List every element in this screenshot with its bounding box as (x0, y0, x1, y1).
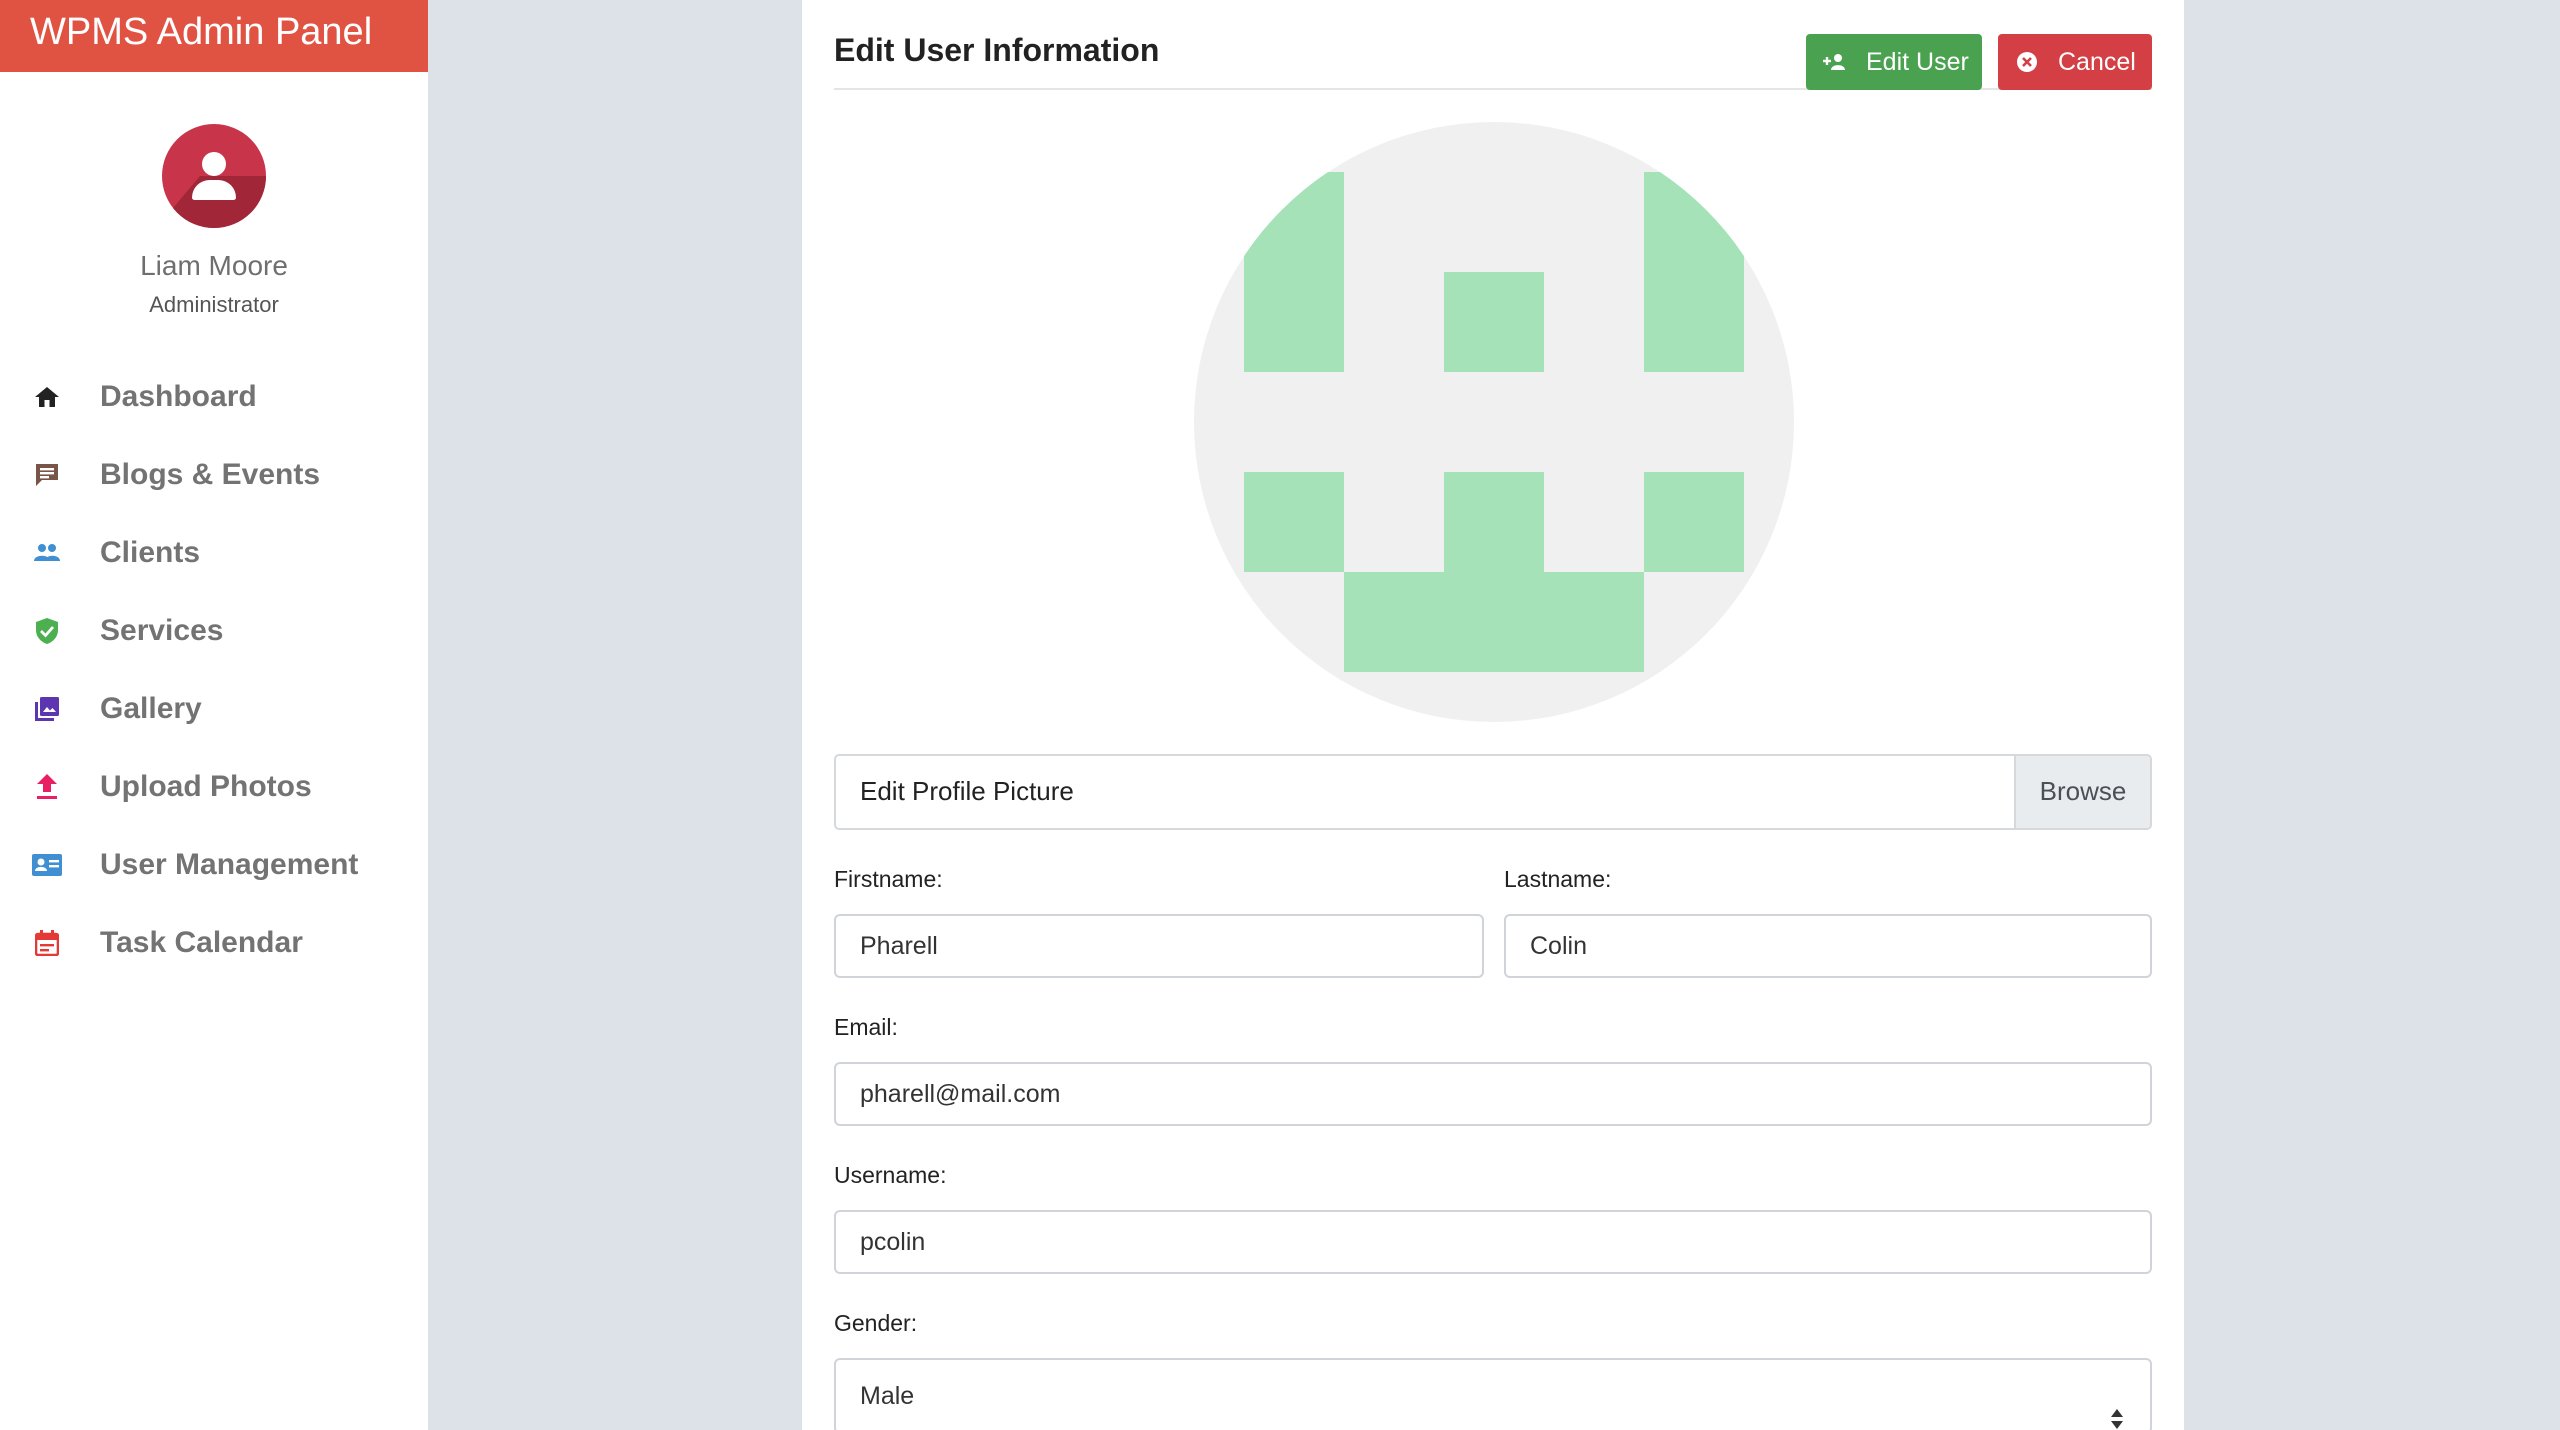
gender-select[interactable]: Male (834, 1358, 2152, 1430)
file-input-label[interactable]: Edit Profile Picture (836, 756, 2014, 828)
lastname-label: Lastname: (1504, 866, 1612, 892)
cancel-circle-icon (2014, 49, 2040, 75)
edit-user-button[interactable]: Edit User (1806, 34, 1982, 90)
sidebar-item-label: Services (100, 614, 224, 647)
edit-user-label: Edit User (1866, 47, 1969, 76)
sidebar-nav: Dashboard Blogs & Events Clients Service… (0, 358, 428, 982)
sidebar-item-blogs-events[interactable]: Blogs & Events (0, 436, 428, 514)
gender-label: Gender: (834, 1310, 918, 1336)
sidebar-item-gallery[interactable]: Gallery (0, 670, 428, 748)
card-header: Edit User Information Edit User Cancel (834, 0, 2152, 90)
people-icon (30, 536, 64, 570)
sidebar-item-label: Clients (100, 536, 201, 569)
id-card-icon (30, 848, 64, 882)
sidebar-item-label: Upload Photos (100, 770, 312, 803)
sidebar-item-services[interactable]: Services (0, 592, 428, 670)
sidebar-item-task-calendar[interactable]: Task Calendar (0, 904, 428, 982)
sidebar: WPMS Admin Panel Liam Moore Administrato… (0, 0, 428, 1430)
firstname-label: Firstname: (834, 866, 943, 892)
select-arrows-icon (2110, 1386, 2124, 1429)
cancel-button[interactable]: Cancel (1998, 34, 2152, 90)
avatar (162, 124, 266, 228)
email-input[interactable]: pharell@mail.com (834, 1062, 2152, 1126)
brand-title[interactable]: WPMS Admin Panel (0, 0, 428, 72)
sidebar-item-label: Blogs & Events (100, 458, 321, 491)
upload-icon (30, 770, 64, 804)
calendar-icon (30, 926, 64, 960)
comment-icon (30, 458, 64, 492)
lastname-input[interactable]: Colin (1504, 914, 2152, 978)
page-title: Edit User Information (834, 32, 1160, 68)
sidebar-item-label: User Management (100, 848, 359, 881)
gender-selected-value: Male (860, 1382, 915, 1410)
shield-check-icon (30, 614, 64, 648)
home-icon (30, 380, 64, 414)
email-label: Email: (834, 1014, 898, 1040)
username-label: Username: (834, 1162, 947, 1188)
username-input[interactable]: pcolin (834, 1210, 2152, 1274)
sidebar-item-clients[interactable]: Clients (0, 514, 428, 592)
sidebar-item-upload-photos[interactable]: Upload Photos (0, 748, 428, 826)
sidebar-item-user-management[interactable]: User Management (0, 826, 428, 904)
user-name: Liam Moore (140, 250, 288, 281)
sidebar-item-dashboard[interactable]: Dashboard (0, 358, 428, 436)
profile-picture-file-input[interactable]: Edit Profile Picture Browse (834, 754, 2152, 830)
add-person-icon (1822, 49, 1848, 75)
sidebar-item-label: Task Calendar (100, 926, 303, 959)
sidebar-item-label: Gallery (100, 692, 202, 725)
user-role: Administrator (149, 292, 279, 317)
firstname-input[interactable]: Pharell (834, 914, 1484, 978)
cancel-label: Cancel (2058, 47, 2136, 76)
photo-library-icon (30, 692, 64, 726)
user-profile: Liam Moore Administrator (0, 72, 428, 318)
profile-picture (1194, 122, 1794, 722)
sidebar-item-label: Dashboard (100, 380, 257, 413)
browse-button[interactable]: Browse (2014, 756, 2150, 828)
